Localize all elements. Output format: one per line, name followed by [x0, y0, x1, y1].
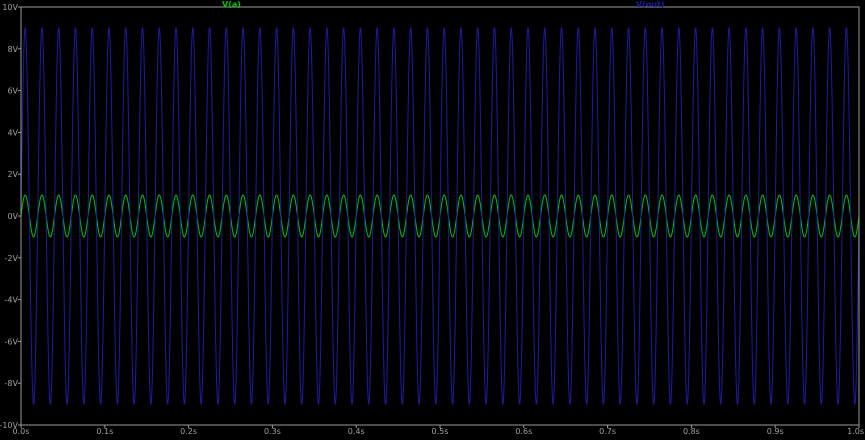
y-tick-label: 4V [7, 128, 18, 137]
y-tick-label: 0V [7, 212, 18, 221]
x-tick-label: 0.0s [13, 427, 30, 436]
y-tick-label: -2V [5, 254, 19, 263]
plot-area[interactable]: 10V8V6V4V2V0V-2V-4V-6V-8V-10V0.0s 0.1s 0.2… [0, 0, 865, 436]
legend-entry-vout[interactable]: V(out) [636, 0, 665, 9]
y-tick-label: -6V [5, 337, 19, 346]
x-tick-label: 0.5s [432, 427, 449, 436]
x-tick-label: 0.6s [515, 427, 532, 436]
y-tick-label: 6V [7, 87, 18, 96]
y-tick-label: -8V [5, 379, 19, 388]
x-tick-label: 0.9s [767, 427, 784, 436]
x-tick-label: 0.2s [180, 427, 197, 436]
y-tick-label: -4V [5, 296, 19, 305]
x-tick-label: 0.3s [264, 427, 281, 436]
x-tick-label: 1.0s [847, 427, 864, 436]
y-tick-label: 10V [2, 3, 18, 12]
x-tick-label: 0.1s [96, 427, 113, 436]
legend-entry-va[interactable]: V(a) [222, 0, 241, 9]
y-tick-label: 8V [7, 45, 18, 54]
x-tick-label: 0.7s [599, 427, 616, 436]
x-tick-label: 0.8s [683, 427, 700, 436]
series-line-vout [20, 26, 860, 406]
x-tick-label: 0.4s [348, 427, 365, 436]
y-tick-label: 2V [7, 170, 18, 179]
waveform-viewer: V(a) V(out) 10V 8V 6V 4V 2V 0V -2V -4V -6V -8V -10… [0, 0, 865, 436]
